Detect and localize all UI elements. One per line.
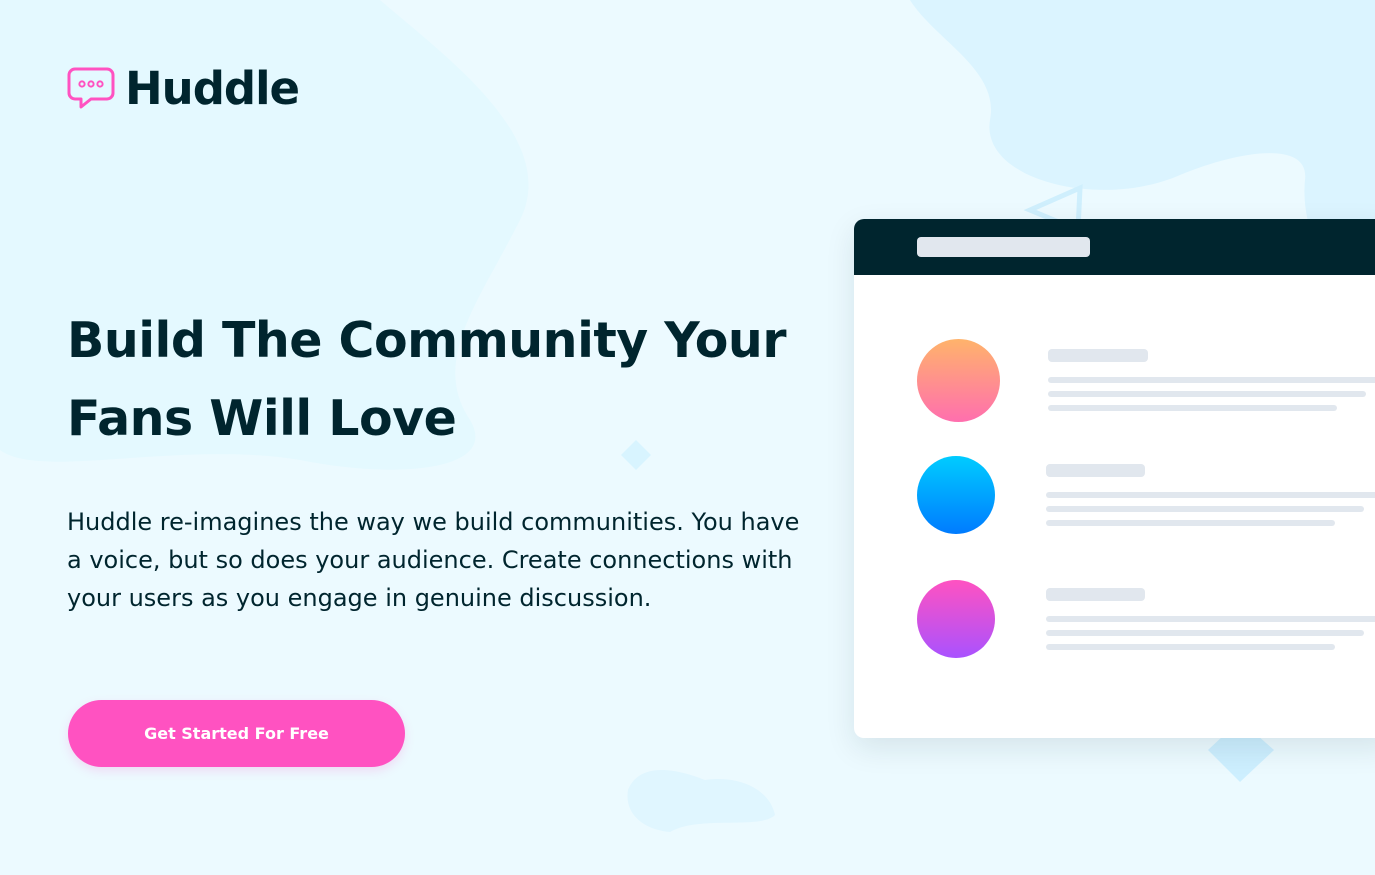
mockup-text-line <box>1046 630 1364 636</box>
mockup-avatar <box>917 580 995 658</box>
hero-description: Huddle re-imagines the way we build comm… <box>67 508 800 612</box>
mockup-url-bar <box>917 237 1090 257</box>
mockup-text-line <box>1046 644 1335 650</box>
mockup-avatar <box>917 456 995 534</box>
mockup-text-line <box>1046 464 1145 477</box>
chat-bubble-icon <box>67 67 115 108</box>
landing-page: Huddle Build The Community Your Fans Wil… <box>0 0 1375 875</box>
mockup-text-line <box>1046 506 1364 512</box>
mockup-text-line <box>1048 391 1366 397</box>
mockup-text-line <box>1046 588 1145 601</box>
mockup-text-line <box>1046 520 1335 526</box>
mockup-text-line <box>1046 616 1375 622</box>
mockup-text-line <box>1048 377 1375 383</box>
hero-headline: Build The Community Your Fans Will Love <box>67 312 786 447</box>
app-mockup-illustration <box>854 219 1375 738</box>
mockup-text-line <box>1048 405 1337 411</box>
mockup-avatar <box>917 339 1000 422</box>
brand-name: Huddle <box>125 62 300 115</box>
mockup-topbar <box>854 219 1375 275</box>
background-blob-bottom <box>627 770 775 832</box>
mockup-text-line <box>1046 492 1375 498</box>
get-started-button[interactable]: Get Started For Free <box>68 700 405 767</box>
brand-logo[interactable]: Huddle <box>67 62 300 115</box>
mockup-text-line <box>1048 349 1148 362</box>
